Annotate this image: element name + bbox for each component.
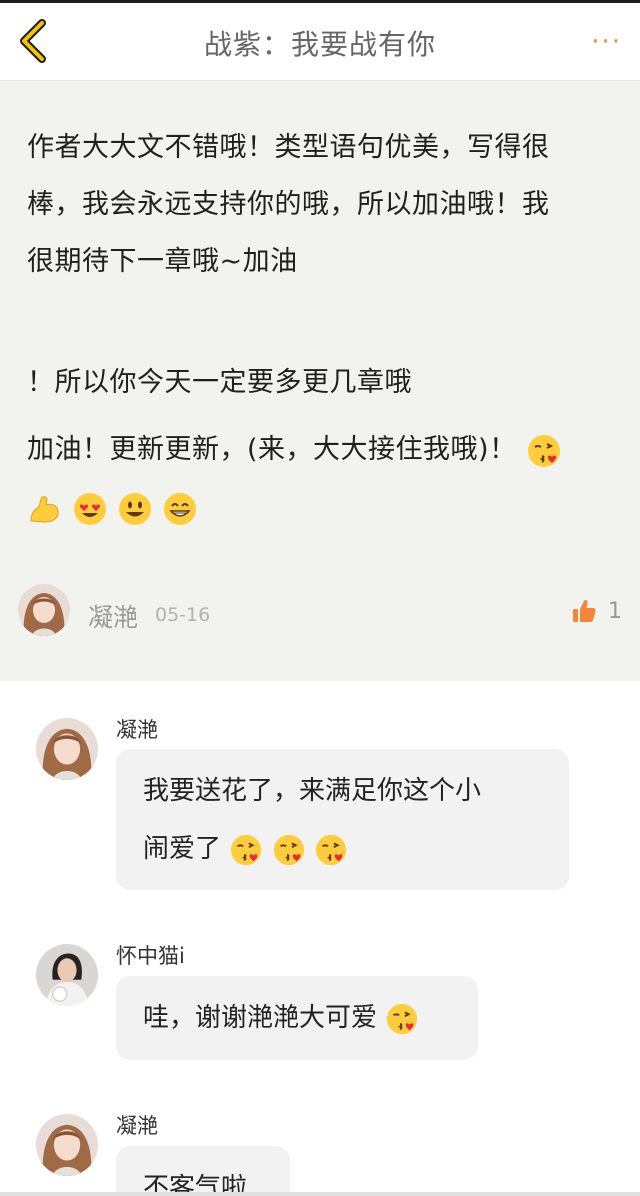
comment-date: 05-16: [155, 604, 211, 626]
more-button[interactable]: ···: [591, 29, 622, 55]
reply-line: 闹爱了: [143, 820, 541, 878]
reply-author[interactable]: 怀中猫i: [116, 940, 185, 970]
reply-author[interactable]: 凝滟: [116, 1110, 158, 1140]
thumbs-up-icon: [572, 599, 596, 622]
comment-line-text: 加油！更新更新，(来，大大接住我哦)！: [27, 434, 517, 465]
reply-bubble: 不客气啦: [116, 1146, 290, 1192]
avatar[interactable]: [36, 1114, 98, 1176]
grin-emoji-icon: [164, 492, 197, 525]
comment-body: 作者大大文不错哦！类型语句优美，写得很 棒，我会永远支持你的哦，所以加油哦！我 …: [27, 119, 617, 538]
smile-emoji-icon: [119, 492, 152, 525]
chevron-left-icon: [20, 19, 46, 63]
kiss-emoji-icon: [273, 834, 304, 865]
comment-line: 很期待下一章哦~加油: [27, 246, 298, 277]
bottom-edge: [0, 1192, 640, 1196]
kiss-emoji-icon: [231, 834, 262, 865]
comment-line: 棒，我会永远支持你的哦，所以加油哦！我: [27, 189, 550, 220]
like-button[interactable]: 1: [571, 598, 622, 628]
comment-line: 加油！更新更新，(来，大大接住我哦)！: [27, 421, 617, 478]
kiss-emoji-icon: [315, 834, 346, 865]
reply-bubble: 哇，谢谢滟滟大可爱: [116, 976, 478, 1060]
avatar-image: [36, 1114, 98, 1176]
avatar-image: [18, 584, 70, 636]
heart-eyes-emoji-icon: [74, 492, 107, 525]
kiss-emoji-icon: [387, 1003, 418, 1034]
comment-line: 作者大大文不错哦！类型语句优美，写得很: [27, 132, 550, 163]
muscle-emoji-icon: [30, 495, 59, 523]
avatar[interactable]: [18, 584, 70, 636]
kiss-emoji-icon: [527, 434, 560, 467]
reply-line: 不客气啦: [143, 1173, 248, 1192]
reply-author[interactable]: 凝滟: [116, 714, 158, 744]
reply-line: 我要送花了，来满足你这个小: [143, 776, 482, 806]
comment-line: ！所以你今天一定要多更几章哦: [27, 367, 412, 398]
page-title: 战紫：我要战有你: [203, 28, 436, 61]
header-bar: 战紫：我要战有你 ···: [0, 3, 640, 81]
avatar-image: [36, 944, 98, 1006]
avatar[interactable]: [36, 944, 98, 1006]
avatar[interactable]: [36, 718, 98, 780]
reply-item: 凝滟 不客气啦: [0, 1108, 640, 1192]
emoji-line: [27, 478, 617, 538]
reply-line: 哇，谢谢滟滟大可爱: [143, 989, 450, 1047]
back-button[interactable]: [10, 17, 58, 65]
comment-meta: 凝滟 05-16 1: [18, 584, 640, 642]
reply-line-text: 哇，谢谢滟滟大可爱: [143, 1003, 378, 1033]
like-count: 1: [608, 598, 622, 624]
avatar-image: [36, 718, 98, 780]
more-dots-icon: ···: [591, 27, 622, 57]
blank-gap: [27, 290, 617, 354]
reply-line-text: 闹爱了: [143, 834, 222, 864]
main-comment: 作者大大文不错哦！类型语句优美，写得很 棒，我会永远支持你的哦，所以加油哦！我 …: [0, 81, 640, 681]
reply-bubble: 我要送花了，来满足你这个小 闹爱了: [116, 749, 569, 890]
author-name[interactable]: 凝滟: [88, 598, 138, 634]
